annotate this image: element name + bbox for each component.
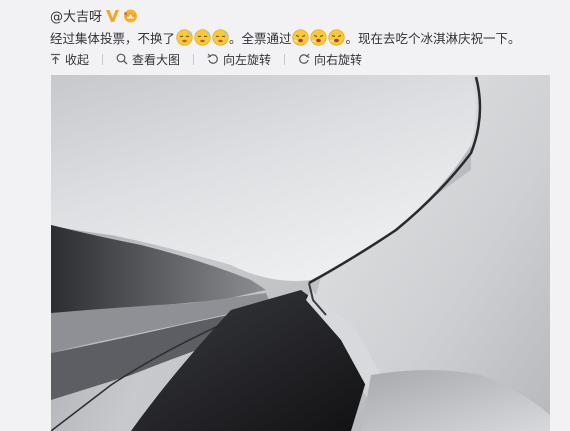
verified-icon[interactable] [105, 8, 120, 23]
post-header: @大吉呀 [50, 6, 139, 25]
rotate-left-label: 向左旋转 [223, 52, 272, 67]
car-closeup-photo [51, 75, 550, 431]
rotate-right-icon [299, 53, 310, 64]
yawn-face-emoji-icon [328, 28, 345, 46]
image-toolbar: 收起 查看大图 向左旋转 向右旋转 [50, 50, 375, 68]
rotate-left-icon [207, 53, 218, 64]
collapse-up-icon [51, 53, 60, 64]
post-text-part2: 。全票通过 [229, 30, 292, 46]
post-text: 经过集体投票，不换了 。全票通过 。现在去吃个冰淇淋庆祝一下。 [50, 27, 521, 47]
magnifier-icon [116, 53, 128, 65]
sleepy-face-emoji-icon [211, 28, 229, 46]
view-large-button[interactable]: 查看大图 [116, 51, 180, 68]
yawn-face-emoji-icon [310, 28, 327, 46]
toolbar-divider [284, 53, 286, 65]
toolbar-divider [193, 53, 195, 65]
rotate-right-button[interactable]: 向右旋转 [298, 51, 362, 68]
sleepy-face-emoji-icon [175, 28, 193, 46]
toolbar-divider [102, 53, 104, 65]
post-image[interactable] [51, 75, 550, 431]
weibo-post: @大吉呀 经过集体投票，不换了 。全票通过 。现在去吃个冰淇淋庆祝一下。 收起 … [0, 0, 570, 431]
post-text-part1: 经过集体投票，不换了 [50, 30, 176, 46]
sleepy-face-emoji-icon [193, 28, 211, 46]
username-link[interactable]: @大吉呀 [50, 6, 102, 25]
collapse-label: 收起 [65, 52, 90, 67]
member-crown-icon[interactable] [122, 8, 139, 23]
rotate-left-button[interactable]: 向左旋转 [207, 51, 271, 68]
post-text-part3: 。现在去吃个冰淇淋庆祝一下。 [345, 30, 521, 46]
yawn-face-emoji-icon [292, 28, 309, 46]
rotate-right-label: 向右旋转 [314, 52, 363, 67]
collapse-button[interactable]: 收起 [50, 51, 89, 68]
view-large-label: 查看大图 [132, 52, 181, 67]
